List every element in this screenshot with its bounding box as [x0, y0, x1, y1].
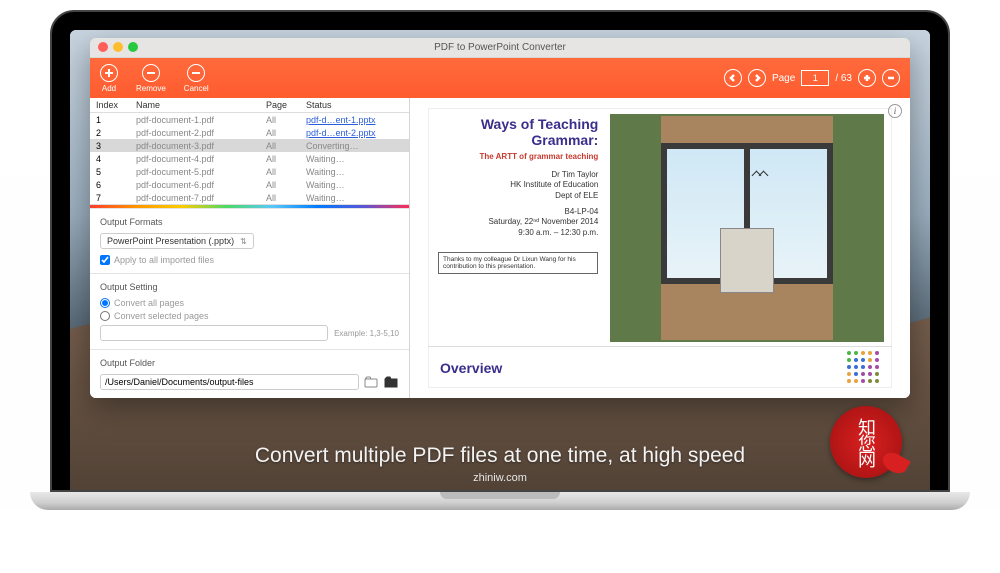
- laptop-base: [30, 492, 970, 510]
- col-index[interactable]: Index: [90, 100, 130, 110]
- thanks-box: Thanks to my colleague Dr Lixun Wang for…: [438, 252, 598, 274]
- author-line: Dept of ELE: [438, 191, 598, 201]
- output-formats-title: Output Formats: [100, 217, 399, 227]
- table-row[interactable]: 1pdf-document-1.pdfAllpdf-d…ent-1.pptx: [90, 113, 409, 126]
- app-window: PDF to PowerPoint Converter Add Remove C…: [90, 38, 910, 398]
- slide-subtitle: The ARTT of grammar teaching: [438, 152, 598, 162]
- site-text: zhiniw.com: [70, 472, 930, 484]
- table-row[interactable]: 7pdf-document-7.pdfAllWaiting…: [90, 191, 409, 204]
- site-seal: 知您网: [830, 406, 902, 478]
- date-line: Saturday, 22ⁿᵈ November 2014: [438, 217, 598, 227]
- table-row[interactable]: 3pdf-document-3.pdfAllConverting…: [90, 139, 409, 152]
- tagline-text: Convert multiple PDF files at one time, …: [70, 444, 930, 468]
- range-example: Example: 1,3-5,10: [334, 329, 399, 338]
- page-total: / 63: [835, 73, 852, 84]
- col-status[interactable]: Status: [300, 100, 409, 110]
- col-page[interactable]: Page: [260, 100, 300, 110]
- reveal-in-finder-button[interactable]: [363, 375, 379, 389]
- page-plus-button[interactable]: [858, 69, 876, 87]
- slide-title: Ways of Teaching Grammar:: [438, 116, 598, 148]
- page-range-input[interactable]: [100, 325, 328, 341]
- convert-all-radio[interactable]: Convert all pages: [100, 298, 399, 308]
- slide-preview: Ways of Teaching Grammar: The ARTT of gr…: [428, 108, 892, 388]
- output-folder-panel: Output Folder: [90, 349, 409, 398]
- page-minus-button[interactable]: [882, 69, 900, 87]
- page-input[interactable]: 1: [801, 70, 829, 86]
- apply-all-input[interactable]: [100, 255, 110, 265]
- table-row[interactable]: 4pdf-document-4.pdfAllWaiting…: [90, 152, 409, 165]
- table-row[interactable]: 6pdf-document-6.pdfAllWaiting…: [90, 178, 409, 191]
- output-folder-input[interactable]: [100, 374, 359, 390]
- next-page-button[interactable]: [748, 69, 766, 87]
- format-select[interactable]: PowerPoint Presentation (.pptx) ⇅: [100, 233, 254, 249]
- painting-image: [610, 114, 884, 342]
- output-link[interactable]: pdf-d…ent-2.pptx: [306, 128, 376, 138]
- apply-all-checkbox[interactable]: Apply to all imported files: [100, 255, 399, 265]
- preview-pane: i Ways of Teaching Grammar: The ARTT of …: [410, 98, 910, 398]
- add-button[interactable]: Add: [100, 64, 118, 93]
- window-minimize-button[interactable]: [113, 42, 123, 52]
- plus-icon: [100, 64, 118, 82]
- titlebar: PDF to PowerPoint Converter: [90, 38, 910, 58]
- output-folder-title: Output Folder: [100, 358, 399, 368]
- author-line: HK Institute of Education: [438, 180, 598, 190]
- cancel-label: Cancel: [184, 84, 209, 93]
- toolbar: Add Remove Cancel Page: [90, 58, 910, 98]
- info-button[interactable]: i: [888, 104, 902, 118]
- table-row[interactable]: 5pdf-document-5.pdfAllWaiting…: [90, 165, 409, 178]
- page-label: Page: [772, 73, 795, 84]
- author-line: Dr Tim Taylor: [438, 170, 598, 180]
- add-label: Add: [102, 84, 116, 93]
- room-line: B4-LP-04: [438, 207, 598, 217]
- output-setting-panel: Output Setting Convert all pages Convert…: [90, 273, 409, 349]
- overview-title: Overview: [440, 360, 847, 376]
- minus-icon: [142, 64, 160, 82]
- col-name[interactable]: Name: [130, 100, 260, 110]
- convert-selected-radio[interactable]: Convert selected pages: [100, 311, 399, 321]
- window-title: PDF to PowerPoint Converter: [434, 42, 566, 53]
- table-header: Index Name Page Status: [90, 98, 409, 113]
- prev-page-button[interactable]: [724, 69, 742, 87]
- output-formats-panel: Output Formats PowerPoint Presentation (…: [90, 208, 409, 273]
- remove-label: Remove: [136, 84, 166, 93]
- remove-button[interactable]: Remove: [136, 64, 166, 93]
- chevron-updown-icon: ⇅: [240, 237, 247, 246]
- output-setting-title: Output Setting: [100, 282, 399, 292]
- time-line: 9:30 a.m. – 12:30 p.m.: [438, 228, 598, 238]
- cancel-icon: [187, 64, 205, 82]
- table-row[interactable]: 2pdf-document-2.pdfAllpdf-d…ent-2.pptx: [90, 126, 409, 139]
- file-table[interactable]: 1pdf-document-1.pdfAllpdf-d…ent-1.pptx2p…: [90, 113, 409, 205]
- dots-logo: [847, 351, 880, 384]
- output-link[interactable]: pdf-d…ent-1.pptx: [306, 115, 376, 125]
- browse-folder-button[interactable]: [383, 375, 399, 389]
- cancel-button[interactable]: Cancel: [184, 64, 209, 93]
- window-zoom-button[interactable]: [128, 42, 138, 52]
- window-close-button[interactable]: [98, 42, 108, 52]
